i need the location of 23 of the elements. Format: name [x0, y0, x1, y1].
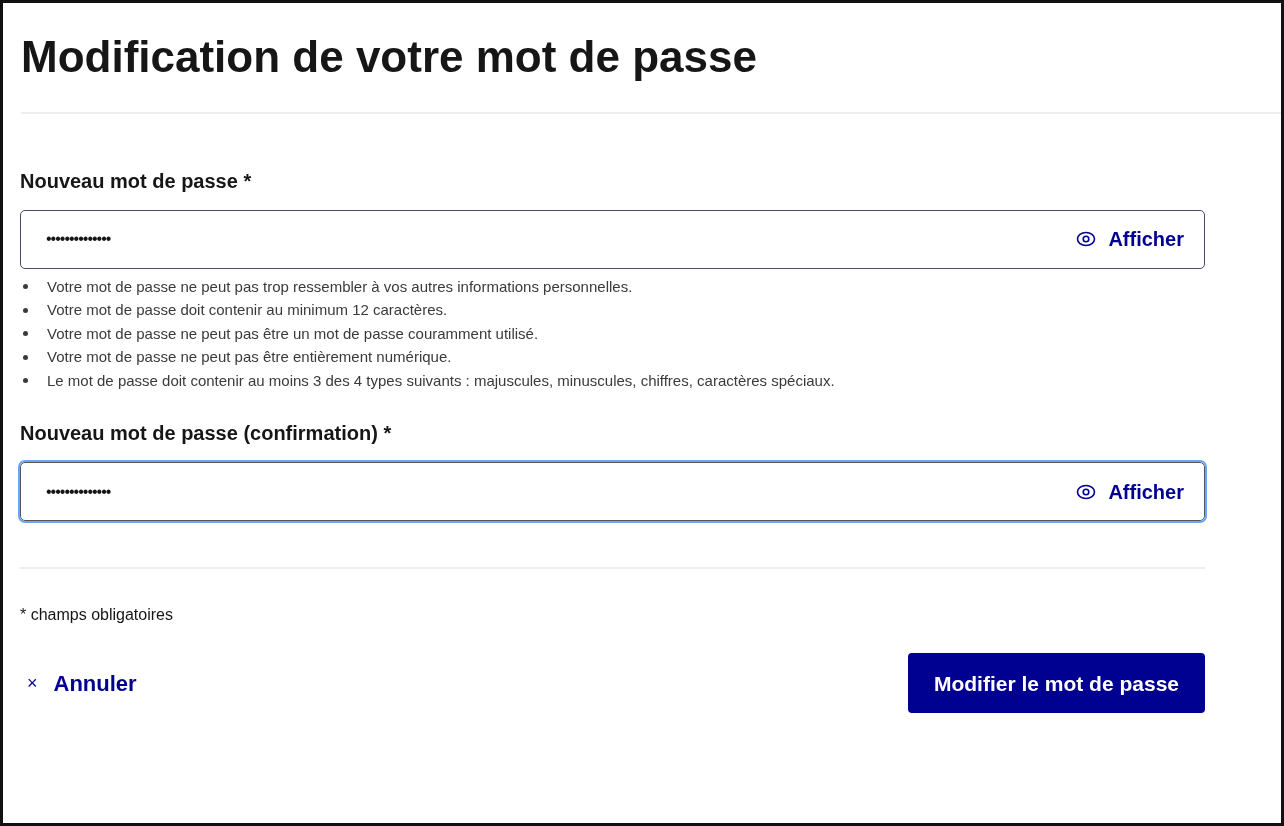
password-field[interactable]: •••••••••••••• Afficher: [20, 462, 1205, 522]
close-icon: ×: [27, 669, 38, 697]
hint-text: Votre mot de passe ne peut pas trop ressembler à vos autres informations personnelles.: [47, 276, 633, 297]
bullet-icon: [23, 307, 28, 313]
hint-text: Votre mot de passe ne peut pas être un mot de passe couramment utilisé.: [47, 323, 539, 344]
page-title: Modification de votre mot de passe: [21, 31, 758, 83]
bullet-icon: [23, 331, 28, 337]
bullet-icon: [23, 284, 28, 290]
hint-text: Le mot de passe doit contenir au moins 3 des 4 types suivants : majuscules, minuscules, chiffres, caractères spéciaux.: [47, 370, 835, 391]
field-label: Nouveau mot de passe (confirmation) *: [20, 421, 393, 447]
required-note: * champs obligatoires: [20, 605, 174, 626]
hint-text: Votre mot de passe ne peut pas être entièrement numérique.: [47, 347, 452, 368]
show-password-button[interactable]: Afficher: [1076, 476, 1184, 507]
cancel-link[interactable]: × Annuler: [20, 666, 137, 700]
eye-icon: [1076, 483, 1097, 500]
hint-text: Votre mot de passe doit contenir au minimum 12 caractères.: [47, 300, 448, 321]
show-password-button[interactable]: Afficher: [1076, 224, 1184, 255]
bullet-icon: [23, 354, 28, 360]
field-label: Nouveau mot de passe *: [20, 168, 253, 194]
eye-icon: [1076, 231, 1097, 248]
bullet-icon: [23, 378, 28, 384]
submit-button[interactable]: Modifier le mot de passe: [907, 653, 1205, 714]
password-field[interactable]: •••••••••••••• Afficher: [20, 209, 1205, 269]
